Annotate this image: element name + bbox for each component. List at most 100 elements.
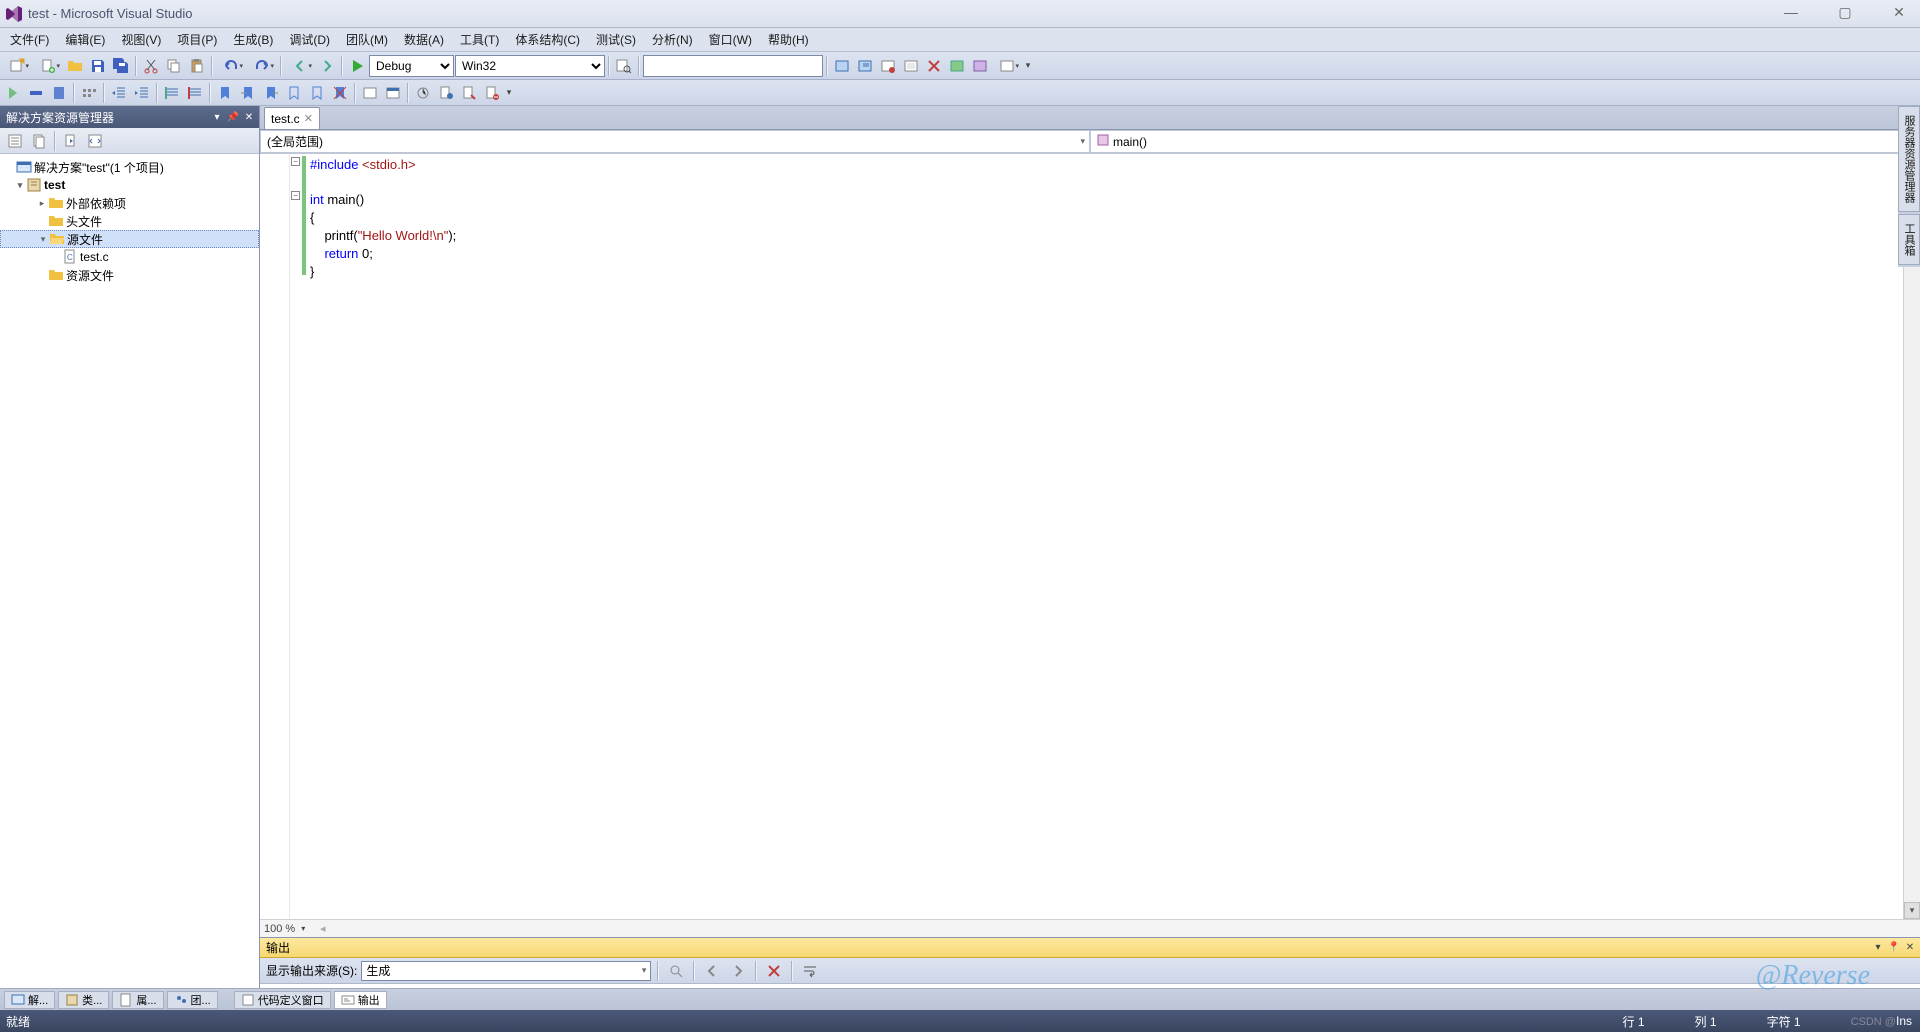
member-combo[interactable]: main() bbox=[1090, 130, 1920, 153]
step-into-button[interactable] bbox=[2, 82, 24, 104]
fold-toggle-icon[interactable]: − bbox=[291, 191, 300, 200]
menu-edit[interactable]: 编辑(E) bbox=[57, 28, 113, 51]
menu-data[interactable]: 数据(A) bbox=[396, 28, 452, 51]
tb2-window-2[interactable] bbox=[382, 82, 404, 104]
bookmark-next-folder-button[interactable] bbox=[306, 82, 328, 104]
menu-team[interactable]: 团队(M) bbox=[338, 28, 396, 51]
solution-tree[interactable]: 解决方案"test"(1 个项目) ▾ test ▸ 外部依赖项 头文件 ▾ 源… bbox=[0, 154, 259, 988]
output-clear-button[interactable] bbox=[763, 960, 785, 982]
btab-solution-explorer[interactable]: 解... bbox=[4, 991, 55, 1009]
save-button[interactable] bbox=[87, 55, 109, 77]
maximize-button[interactable]: ▢ bbox=[1828, 2, 1862, 22]
panel-close-icon[interactable]: ✕ bbox=[241, 109, 257, 125]
menu-tools[interactable]: 工具(T) bbox=[452, 28, 507, 51]
tb-misc-2[interactable] bbox=[854, 55, 876, 77]
output-pin-icon[interactable]: 📍 bbox=[1886, 940, 1902, 956]
menu-architecture[interactable]: 体系结构(C) bbox=[507, 28, 588, 51]
se-code-button[interactable] bbox=[84, 130, 106, 152]
output-find-button[interactable] bbox=[665, 960, 687, 982]
btab-class-view[interactable]: 类... bbox=[58, 991, 109, 1009]
toolbox-tab[interactable]: 工具箱 bbox=[1898, 214, 1920, 265]
hscroll-left-icon[interactable]: ◂ bbox=[320, 922, 326, 935]
vertical-scrollbar[interactable]: ▴ ▾ bbox=[1903, 174, 1920, 919]
tab-close-icon[interactable]: ✕ bbox=[304, 112, 313, 125]
tb-misc-1[interactable] bbox=[831, 55, 853, 77]
output-close-icon[interactable]: ✕ bbox=[1902, 940, 1918, 956]
bookmark-clear-button[interactable] bbox=[329, 82, 351, 104]
menu-test[interactable]: 测试(S) bbox=[588, 28, 644, 51]
tree-folder-external[interactable]: ▸ 外部依赖项 bbox=[0, 194, 259, 212]
btab-properties[interactable]: 属... bbox=[112, 991, 163, 1009]
redo-button[interactable] bbox=[247, 55, 277, 77]
undo-button[interactable] bbox=[216, 55, 246, 77]
uncomment-button[interactable] bbox=[184, 82, 206, 104]
cut-button[interactable] bbox=[140, 55, 162, 77]
quick-find-input[interactable] bbox=[643, 55, 823, 77]
output-content[interactable] bbox=[260, 984, 1920, 988]
bookmark-prev-button[interactable] bbox=[237, 82, 259, 104]
close-button[interactable]: ✕ bbox=[1882, 2, 1916, 22]
copy-button[interactable] bbox=[163, 55, 185, 77]
tree-file-testc[interactable]: C test.c bbox=[0, 248, 259, 266]
comment-button[interactable] bbox=[161, 82, 183, 104]
zoom-combo[interactable]: 100 % ▾ bbox=[264, 923, 314, 935]
tree-folder-resources[interactable]: 资源文件 bbox=[0, 266, 259, 284]
bookmark-next-button[interactable] bbox=[260, 82, 282, 104]
toolbar-overflow[interactable]: ▾ bbox=[1023, 55, 1033, 77]
toolbar2-overflow[interactable]: ▾ bbox=[504, 82, 514, 104]
increase-indent-button[interactable] bbox=[131, 82, 153, 104]
solution-config-combo[interactable]: Debug bbox=[369, 55, 454, 77]
menu-analyze[interactable]: 分析(N) bbox=[644, 28, 701, 51]
nav-back-button[interactable] bbox=[285, 55, 315, 77]
tree-folder-headers[interactable]: 头文件 bbox=[0, 212, 259, 230]
tab-test-c[interactable]: test.c ✕ bbox=[264, 107, 320, 129]
toggle-bookmark-button[interactable] bbox=[48, 82, 70, 104]
code-content[interactable]: #include <stdio.h> int main() { printf("… bbox=[310, 156, 456, 281]
menu-help[interactable]: 帮助(H) bbox=[760, 28, 817, 51]
menu-project[interactable]: 项目(P) bbox=[169, 28, 225, 51]
tree-folder-sources[interactable]: ▾ 源文件 bbox=[0, 230, 259, 248]
find-in-files-button[interactable] bbox=[613, 55, 635, 77]
bookmark-toggle-button[interactable] bbox=[214, 82, 236, 104]
server-explorer-tab[interactable]: 服务器资源管理器 bbox=[1898, 106, 1920, 212]
tb2-nav-2[interactable] bbox=[435, 82, 457, 104]
tb2-cancel-button[interactable] bbox=[481, 82, 503, 104]
output-prev-button[interactable] bbox=[701, 960, 723, 982]
output-title-bar[interactable]: 输出 ▾ 📍 ✕ bbox=[260, 938, 1920, 958]
tree-solution-node[interactable]: 解决方案"test"(1 个项目) bbox=[0, 158, 259, 176]
tree-project-node[interactable]: ▾ test bbox=[0, 176, 259, 194]
decrease-indent-button[interactable] bbox=[108, 82, 130, 104]
editor-gutter[interactable] bbox=[260, 154, 290, 919]
se-show-all-button[interactable] bbox=[28, 130, 50, 152]
solution-explorer-title[interactable]: 解决方案资源管理器 ▾ 📌 ✕ bbox=[0, 106, 259, 128]
tb-misc-6[interactable] bbox=[946, 55, 968, 77]
panel-pin-icon[interactable]: 📌 bbox=[225, 109, 241, 125]
minimize-button[interactable]: — bbox=[1774, 2, 1808, 22]
tb-misc-7[interactable] bbox=[969, 55, 991, 77]
menu-debug[interactable]: 调试(D) bbox=[281, 28, 338, 51]
menu-view[interactable]: 视图(V) bbox=[113, 28, 169, 51]
menu-window[interactable]: 窗口(W) bbox=[701, 28, 760, 51]
add-item-button[interactable] bbox=[33, 55, 63, 77]
code-editor[interactable]: − − #include <stdio.h> int main() { prin… bbox=[260, 154, 1920, 919]
paste-button[interactable] bbox=[186, 55, 208, 77]
display-class-button[interactable] bbox=[78, 82, 100, 104]
tb-misc-8[interactable] bbox=[992, 55, 1022, 77]
output-dropdown-icon[interactable]: ▾ bbox=[1870, 940, 1886, 956]
fold-toggle-icon[interactable]: − bbox=[291, 157, 300, 166]
tb-misc-4[interactable] bbox=[900, 55, 922, 77]
se-refresh-button[interactable] bbox=[60, 130, 82, 152]
se-properties-button[interactable] bbox=[4, 130, 26, 152]
tb2-window-1[interactable] bbox=[359, 82, 381, 104]
open-file-button[interactable] bbox=[64, 55, 86, 77]
btab-code-definition[interactable]: 代码定义窗口 bbox=[234, 991, 331, 1009]
scroll-down-icon[interactable]: ▾ bbox=[1904, 902, 1920, 919]
btab-output[interactable]: 输出 bbox=[334, 991, 387, 1009]
nav-forward-button[interactable] bbox=[316, 55, 338, 77]
btab-team-explorer[interactable]: 团... bbox=[167, 991, 218, 1009]
scope-combo[interactable]: (全局范围) bbox=[260, 130, 1090, 153]
tb2-nav-3[interactable] bbox=[458, 82, 480, 104]
menu-build[interactable]: 生成(B) bbox=[225, 28, 281, 51]
output-wrap-button[interactable] bbox=[799, 960, 821, 982]
output-next-button[interactable] bbox=[727, 960, 749, 982]
